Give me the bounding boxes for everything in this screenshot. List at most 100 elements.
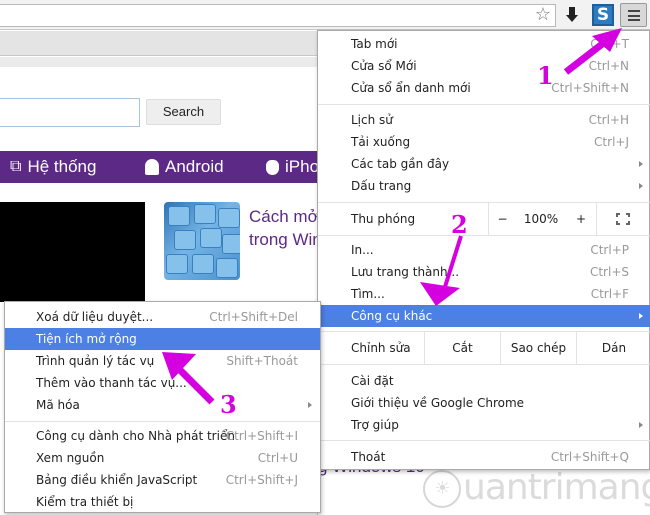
menu-item-new-tab[interactable]: Tab mới Ctrl+T bbox=[318, 33, 650, 55]
submenu-arrow-icon bbox=[639, 422, 643, 428]
zoom-out-button[interactable]: − bbox=[488, 203, 516, 235]
menu-separator bbox=[318, 440, 650, 441]
menu-item-about-chrome[interactable]: Giới thiệu về Google Chrome bbox=[318, 392, 650, 414]
menu-item-history[interactable]: Lịch sử Ctrl+H bbox=[318, 109, 650, 131]
submenu-item-encoding[interactable]: Mã hóa bbox=[5, 394, 320, 416]
step-3-label: 3 bbox=[220, 390, 237, 419]
menu-item-settings[interactable]: Cài đặt bbox=[318, 370, 650, 392]
menu-label: Dấu trang bbox=[351, 179, 412, 193]
zoom-in-button[interactable]: + bbox=[566, 203, 596, 235]
submenu-item-task-manager[interactable]: Trình quản lý tác vụ Shift+Thoát bbox=[5, 350, 320, 372]
menu-label: Trình quản lý tác vụ bbox=[36, 354, 155, 368]
bookmark-star-icon[interactable]: ☆ bbox=[532, 5, 554, 25]
download-icon[interactable] bbox=[563, 5, 581, 25]
submenu-item-add-to-taskbar[interactable]: Thêm vào thanh tác vụ... bbox=[5, 372, 320, 394]
menu-item-recent-tabs[interactable]: Các tab gần đây bbox=[318, 153, 650, 175]
menu-shortcut: Ctrl+J bbox=[594, 135, 629, 149]
step-2-label: 2 bbox=[451, 210, 468, 239]
paste-button[interactable]: Dán bbox=[576, 332, 650, 364]
cut-button[interactable]: Cắt bbox=[424, 332, 500, 364]
article-title-line: Cách mở bbox=[249, 207, 318, 226]
menu-label: Xoá dữ liệu duyệt... bbox=[36, 310, 154, 324]
submenu-item-view-source[interactable]: Xem nguồn Ctrl+U bbox=[5, 447, 320, 469]
menu-shortcut: Shift+Thoát bbox=[226, 354, 298, 368]
menu-item-help[interactable]: Trợ giúp bbox=[318, 414, 650, 436]
menu-item-bookmarks[interactable]: Dấu trang bbox=[318, 175, 650, 197]
menu-label: Cài đặt bbox=[351, 374, 394, 388]
menu-shortcut: Ctrl+Shift+Del bbox=[209, 310, 298, 324]
submenu-item-developer-tools[interactable]: Công cụ dành cho Nhà phát triển Ctrl+Shif… bbox=[5, 425, 320, 447]
menu-label: Các tab gần đây bbox=[351, 157, 450, 171]
submenu-arrow-icon bbox=[639, 183, 643, 189]
menu-shortcut: Ctrl+Shift+N bbox=[551, 81, 629, 95]
menu-label: Tải xuống bbox=[351, 135, 411, 149]
menu-label: Công cụ khác bbox=[351, 309, 433, 323]
submenu-arrow-icon bbox=[639, 313, 643, 319]
menu-item-downloads[interactable]: Tải xuống Ctrl+J bbox=[318, 131, 650, 153]
menu-item-exit[interactable]: Thoát Ctrl+Shift+Q bbox=[318, 446, 650, 468]
menu-label: Giới thiệu về Google Chrome bbox=[351, 396, 525, 410]
submenu-arrow-icon bbox=[308, 402, 312, 408]
nav-item-iphone[interactable]: iPho bbox=[266, 151, 318, 183]
menu-item-find[interactable]: Tìm... Ctrl+F bbox=[318, 283, 650, 305]
zoom-label: Thu phóng bbox=[351, 212, 416, 226]
system-icon: ⧉ bbox=[10, 158, 22, 175]
article-thumbnail[interactable] bbox=[164, 202, 240, 280]
article-title[interactable]: Cách mở trong Win bbox=[249, 205, 318, 251]
article-title-line: trong Win bbox=[249, 230, 318, 249]
submenu-item-inspect-devices[interactable]: Kiểm tra thiết bị bbox=[5, 491, 320, 513]
menu-shortcut: Ctrl+Shift+J bbox=[225, 473, 298, 487]
submenu-item-javascript-console[interactable]: Bảng điều khiển JavaScript Ctrl+Shift+J bbox=[5, 469, 320, 491]
menu-label: Trợ giúp bbox=[351, 418, 399, 432]
menu-label: Thoát bbox=[351, 450, 386, 464]
submenu-arrow-icon bbox=[639, 161, 643, 167]
menu-shortcut: Ctrl+P bbox=[590, 243, 629, 257]
zoom-row: Thu phóng − 100% + bbox=[318, 202, 650, 236]
menu-label: Cửa sổ Mới bbox=[351, 59, 417, 73]
edit-label: Chỉnh sửa bbox=[351, 341, 411, 355]
nav-label: Hệ thống bbox=[27, 157, 97, 176]
menu-separator bbox=[318, 104, 650, 105]
menu-item-print[interactable]: In... Ctrl+P bbox=[318, 239, 650, 261]
menu-label: Tiện ích mở rộng bbox=[36, 332, 137, 346]
menu-item-incognito[interactable]: Cửa sổ ẩn danh mới Ctrl+Shift+N bbox=[318, 77, 650, 99]
fullscreen-icon[interactable] bbox=[616, 213, 630, 225]
address-bar[interactable] bbox=[0, 4, 556, 27]
site-navbar: ⧉ Hệ thống Android iPho bbox=[0, 151, 318, 183]
menu-label: Lịch sử bbox=[351, 113, 393, 127]
quantrimang-watermark: ☀ uantrimang bbox=[423, 468, 650, 508]
menu-shortcut: Ctrl+Shift+I bbox=[225, 429, 298, 443]
extension-s-icon[interactable]: S bbox=[592, 4, 614, 26]
menu-label: Bảng điều khiển JavaScript bbox=[36, 473, 198, 487]
menu-label: Lưu trang thành... bbox=[351, 265, 460, 279]
menu-shortcut: Ctrl+H bbox=[588, 113, 629, 127]
menu-label: Cửa sổ ẩn danh mới bbox=[351, 81, 471, 95]
menu-shortcut: Ctrl+Shift+Q bbox=[550, 450, 629, 464]
browser-toolbar: ☆ S bbox=[0, 0, 650, 30]
search-button[interactable]: Search bbox=[146, 99, 221, 125]
menu-item-new-window[interactable]: Cửa sổ Mới Ctrl+N bbox=[318, 55, 650, 77]
android-icon bbox=[145, 159, 159, 175]
chrome-main-menu: Tab mới Ctrl+T Cửa sổ Mới Ctrl+N Cửa sổ ẩn… bbox=[317, 30, 650, 470]
menu-label: Công cụ dành cho Nhà phát triển bbox=[36, 429, 235, 443]
menu-label: Xem nguồn bbox=[36, 451, 105, 465]
nav-item-he-thong[interactable]: ⧉ Hệ thống bbox=[10, 151, 96, 183]
nav-item-android[interactable]: Android bbox=[145, 151, 224, 183]
page-header-strip bbox=[0, 57, 318, 67]
video-player[interactable] bbox=[0, 202, 145, 302]
menu-item-more-tools[interactable]: Công cụ khác bbox=[318, 305, 650, 327]
menu-label: Tìm... bbox=[351, 287, 385, 301]
nav-label: iPho bbox=[285, 157, 318, 176]
chrome-menu-button[interactable] bbox=[620, 3, 647, 27]
menu-label: Kiểm tra thiết bị bbox=[36, 495, 134, 509]
menu-label: Tab mới bbox=[351, 37, 398, 51]
more-tools-submenu: Xoá dữ liệu duyệt... Ctrl+Shift+Del Tiện … bbox=[4, 301, 321, 513]
hamburger-line bbox=[628, 10, 640, 12]
nav-label: Android bbox=[165, 157, 224, 176]
menu-item-save-page[interactable]: Lưu trang thành... Ctrl+S bbox=[318, 261, 650, 283]
submenu-item-extensions[interactable]: Tiện ích mở rộng bbox=[5, 328, 320, 350]
lightbulb-icon: ☀ bbox=[423, 470, 461, 508]
submenu-item-clear-browsing-data[interactable]: Xoá dữ liệu duyệt... Ctrl+Shift+Del bbox=[5, 306, 320, 328]
search-input[interactable] bbox=[0, 98, 140, 127]
copy-button[interactable]: Sao chép bbox=[500, 332, 576, 364]
